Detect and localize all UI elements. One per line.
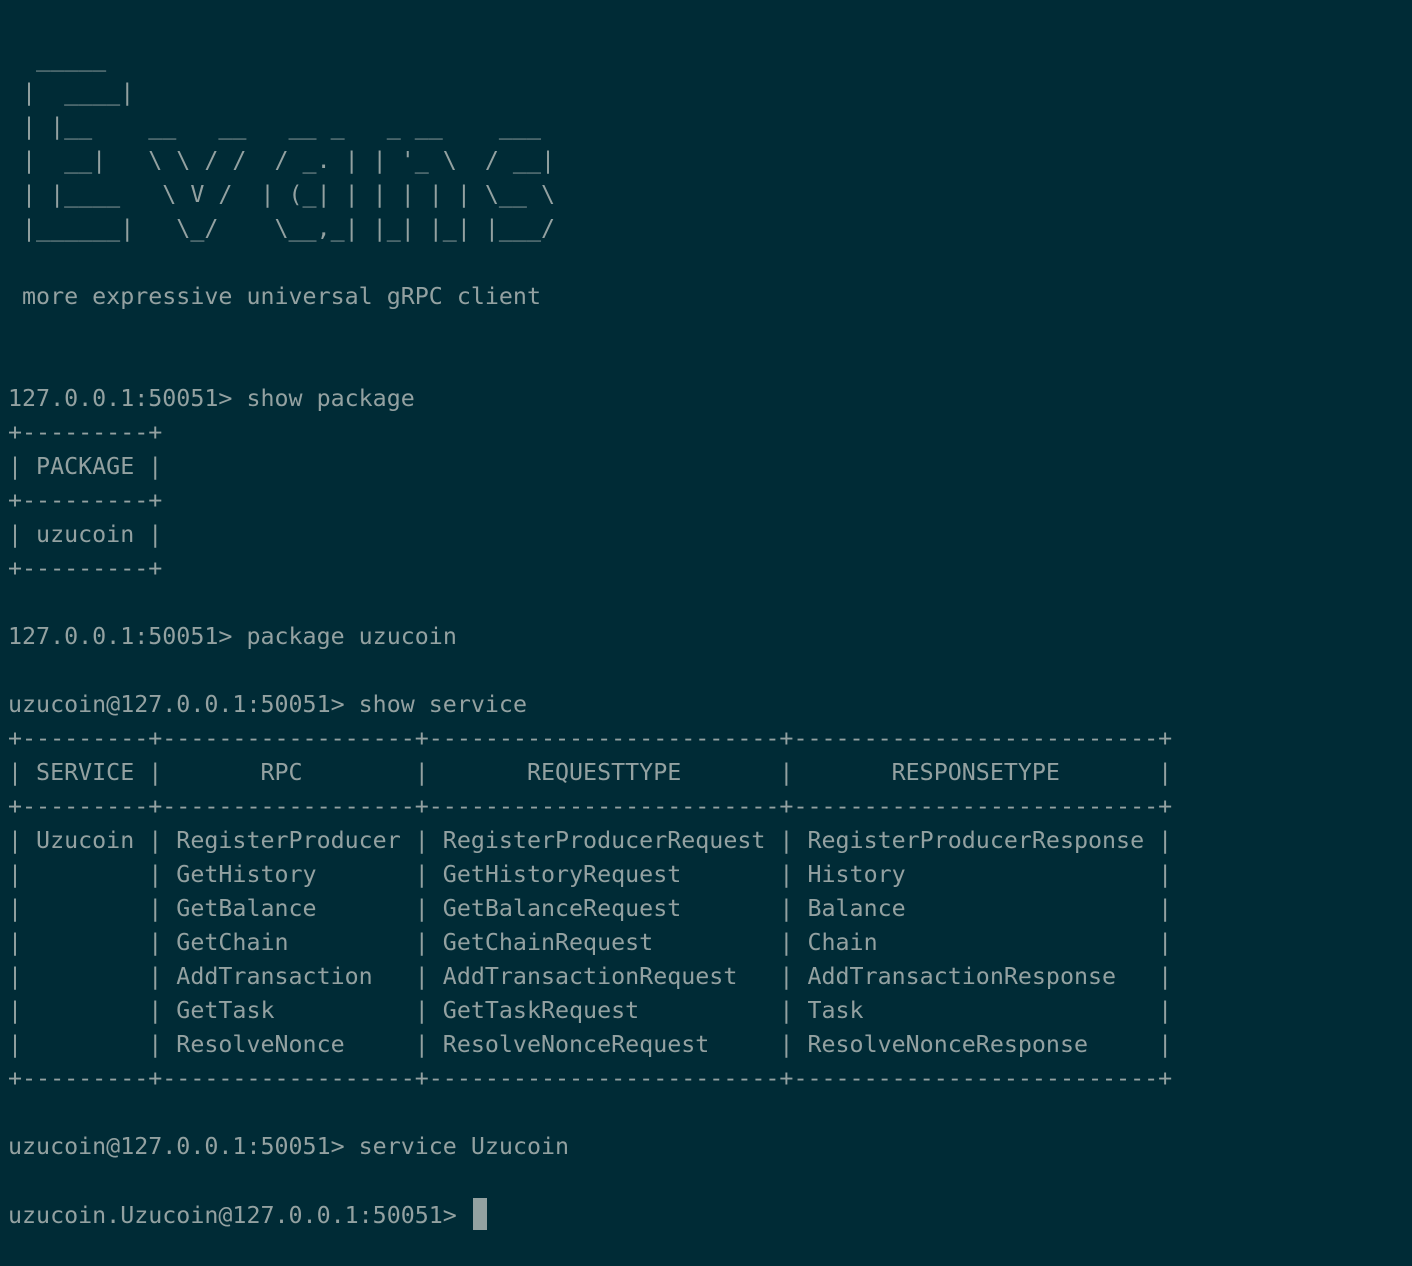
banner-line: _____ bbox=[8, 45, 107, 72]
service-table: +---------+------------------+----------… bbox=[8, 722, 1412, 1096]
tagline: more expressive universal gRPC client bbox=[8, 283, 541, 310]
prompt: 127.0.0.1:50051> bbox=[8, 623, 247, 650]
banner-line: | __| \ \ / / / _. | | '_ \ / __| bbox=[8, 147, 556, 174]
banner-line: | |__ __ __ __ _ _ __ ___ bbox=[8, 113, 541, 140]
table-row: +---------+------------------+----------… bbox=[8, 725, 1173, 752]
table-row: | | GetChain | GetChainRequest | Chain | bbox=[8, 929, 1173, 956]
table-row: +---------+------------------+----------… bbox=[8, 793, 1173, 820]
table-row: +---------+ bbox=[8, 487, 163, 514]
table-row: | SERVICE | RPC | REQUESTTYPE | RESPONSE… bbox=[8, 759, 1173, 786]
blank-line bbox=[8, 314, 1412, 348]
blank-line bbox=[8, 654, 1412, 688]
blank-line bbox=[8, 348, 1412, 382]
table-row: +---------+ bbox=[8, 555, 163, 582]
blank-line bbox=[8, 586, 1412, 620]
table-row: | PACKAGE | bbox=[8, 453, 163, 480]
table-row: | uzucoin | bbox=[8, 521, 163, 548]
prompt: uzucoin@127.0.0.1:50051> bbox=[8, 691, 359, 718]
command-line: uzucoin@127.0.0.1:50051> service Uzucoin bbox=[8, 1130, 1412, 1164]
banner-line: |______| \_/ \__,_| |_| |_| |___/ bbox=[8, 215, 556, 242]
command-line: uzucoin@127.0.0.1:50051> show service bbox=[8, 688, 1412, 722]
command-line: 127.0.0.1:50051> package uzucoin bbox=[8, 620, 1412, 654]
table-row: | Uzucoin | RegisterProducer | RegisterP… bbox=[8, 827, 1173, 854]
command-text: package uzucoin bbox=[246, 623, 457, 650]
table-row: +---------+------------------+----------… bbox=[8, 1065, 1173, 1092]
active-command-line[interactable]: uzucoin.Uzucoin@127.0.0.1:50051> bbox=[8, 1198, 1412, 1232]
command-text: show package bbox=[246, 385, 415, 412]
table-row: | | AddTransaction | AddTransactionReque… bbox=[8, 963, 1173, 990]
banner-line: | ____| bbox=[8, 79, 135, 106]
prompt: uzucoin.Uzucoin@127.0.0.1:50051> bbox=[8, 1202, 471, 1229]
prompt: 127.0.0.1:50051> bbox=[8, 385, 247, 412]
table-row: | | ResolveNonce | ResolveNonceRequest |… bbox=[8, 1031, 1173, 1058]
command-text: show service bbox=[358, 691, 527, 718]
blank-line bbox=[8, 246, 1412, 280]
table-row: | | GetTask | GetTaskRequest | Task | bbox=[8, 997, 1173, 1024]
evans-banner: _____ | ____| | |__ __ __ __ _ _ __ ___ … bbox=[8, 42, 1412, 246]
table-row: +---------+ bbox=[8, 419, 163, 446]
banner-line: | |____ \ V / | (_| | | | | | \__ \ bbox=[8, 181, 556, 208]
package-table: +---------+ | PACKAGE | +---------+ | uz… bbox=[8, 416, 1412, 586]
terminal-window[interactable]: _____ | ____| | |__ __ __ __ _ _ __ ___ … bbox=[0, 0, 1412, 1266]
prompt: uzucoin@127.0.0.1:50051> bbox=[8, 1133, 359, 1160]
table-row: | | GetHistory | GetHistoryRequest | His… bbox=[8, 861, 1173, 888]
blank-line bbox=[8, 1164, 1412, 1198]
text-cursor[interactable] bbox=[472, 1198, 487, 1230]
table-row: | | GetBalance | GetBalanceRequest | Bal… bbox=[8, 895, 1173, 922]
command-text: service Uzucoin bbox=[358, 1133, 570, 1160]
command-line: 127.0.0.1:50051> show package bbox=[8, 382, 1412, 416]
blank-line bbox=[8, 1096, 1412, 1130]
